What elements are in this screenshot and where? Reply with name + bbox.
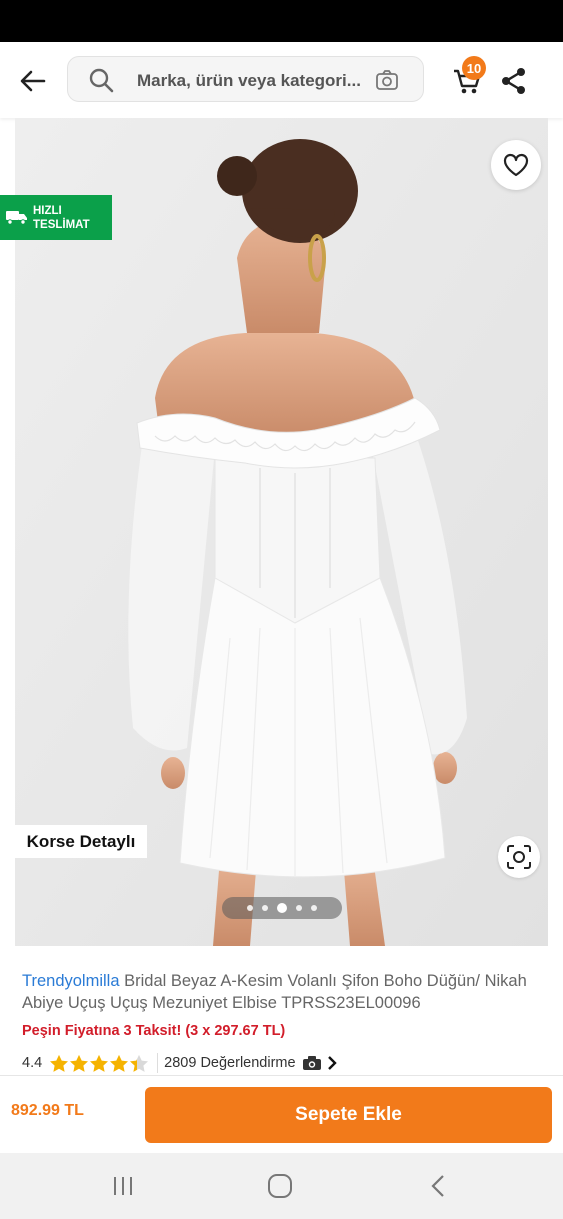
fast-delivery-line2: TESLİMAT <box>33 219 90 231</box>
favorite-button[interactable] <box>491 140 541 190</box>
add-to-cart-button[interactable]: Sepete Ekle <box>145 1087 552 1143</box>
cart-count-badge: 10 <box>462 56 486 80</box>
star-icon <box>130 1054 149 1072</box>
bottom-bar: 892.99 TL Sepete Ekle <box>0 1075 563 1153</box>
pager-dot <box>277 903 287 913</box>
rating-stars <box>49 1054 149 1073</box>
search-placeholder: Marka, ürün veya kategori... <box>137 71 361 90</box>
cart-button[interactable]: 10 <box>450 56 488 100</box>
rating-row[interactable]: 4.4 2809 Değerlendirme <box>22 1052 338 1074</box>
rating-value: 4.4 <box>22 1055 43 1071</box>
home-icon <box>268 1174 292 1198</box>
star-icon <box>110 1054 129 1072</box>
fast-delivery-badge: HIZLI TESLİMAT <box>0 195 112 240</box>
share-button[interactable] <box>499 62 533 100</box>
product-photo <box>15 118 548 946</box>
arrow-left-icon <box>20 70 46 92</box>
visual-search-button[interactable] <box>498 836 540 878</box>
chevron-right-icon <box>327 1056 337 1070</box>
back-nav-icon <box>431 1175 444 1197</box>
brand-link[interactable]: Trendyolmilla <box>22 972 120 990</box>
feature-tag: Korse Detaylı <box>15 825 147 858</box>
back-button[interactable] <box>14 62 52 100</box>
star-icon <box>90 1054 109 1072</box>
search-input[interactable]: Marka, ürün veya kategori... <box>67 56 424 102</box>
status-bar <box>0 0 563 42</box>
pager-dot <box>262 905 268 911</box>
recent-apps-button[interactable] <box>108 1173 138 1199</box>
installment-info: Peşin Fiyatına 3 Taksit! (3 x 297.67 TL) <box>22 1023 286 1039</box>
pager-dot <box>311 905 317 911</box>
truck-icon <box>6 211 27 225</box>
fast-delivery-line1: HIZLI <box>33 205 62 217</box>
product-image[interactable] <box>15 118 548 946</box>
star-icon <box>50 1054 69 1072</box>
top-bar: Marka, ürün veya kategori... 10 <box>0 42 563 118</box>
pager-dot <box>247 905 253 911</box>
back-nav-button[interactable] <box>423 1173 453 1199</box>
price: 892.99 TL <box>11 1102 84 1119</box>
heart-icon <box>503 153 529 177</box>
recent-apps-icon <box>114 1177 132 1195</box>
camera-search-icon[interactable] <box>375 69 399 91</box>
share-icon <box>502 68 525 94</box>
visual-search-icon <box>507 845 531 869</box>
camera-icon <box>302 1056 321 1070</box>
divider <box>157 1053 159 1073</box>
system-nav-bar <box>0 1153 563 1219</box>
image-pager <box>222 897 342 919</box>
search-icon <box>89 68 114 93</box>
star-icon <box>70 1054 89 1072</box>
product-title: Trendyolmilla Bridal Beyaz A-Kesim Volan… <box>22 970 542 1014</box>
home-button[interactable] <box>265 1173 295 1199</box>
review-count: 2809 Değerlendirme <box>164 1055 296 1071</box>
pager-dot <box>296 905 302 911</box>
